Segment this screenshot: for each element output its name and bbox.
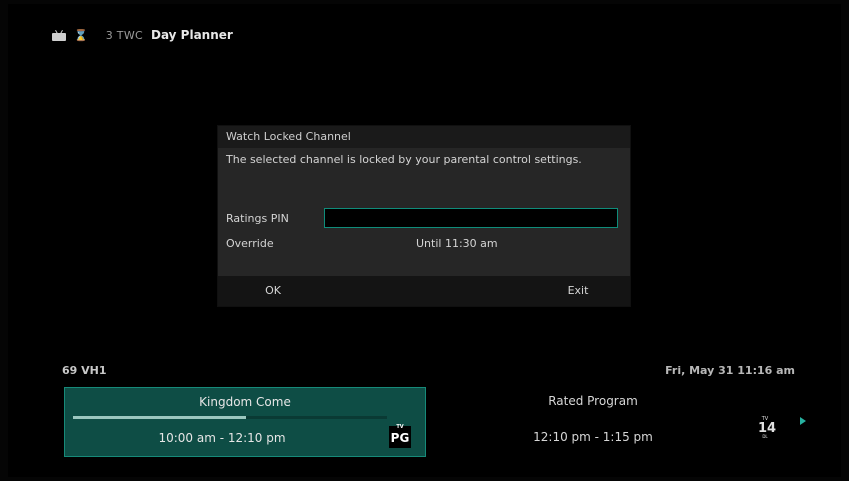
next-program-name: Rated Program <box>548 394 638 408</box>
locked-channel-dialog: Watch Locked Channel The selected channe… <box>217 125 631 307</box>
next-program[interactable]: Rated Program 12:10 pm - 1:15 pm <box>430 387 760 457</box>
next-program-time: 12:10 pm - 1:15 pm <box>533 430 653 444</box>
current-program-name: Kingdom Come <box>199 395 291 409</box>
current-program[interactable]: Kingdom Come 10:00 am - 12:10 pm TV PG <box>64 387 426 457</box>
current-channel: 3 TWC <box>105 28 143 42</box>
override-value[interactable]: Until 11:30 am <box>416 237 498 250</box>
rating-pg-icon: TV PG <box>389 424 411 448</box>
exit-button[interactable]: Exit <box>558 276 598 306</box>
arrow-right-icon[interactable] <box>800 417 806 425</box>
program-progress-bar <box>73 416 387 419</box>
rating-tv-label: TV <box>396 424 404 430</box>
page-title: Day Planner <box>150 28 233 42</box>
ratings-pin-label: Ratings PIN <box>226 212 289 225</box>
rating-pg-label: PG <box>390 431 410 445</box>
date-time: Fri, May 31 11:16 am <box>665 364 795 377</box>
ratings-pin-input[interactable] <box>324 208 618 228</box>
program-progress-fill <box>73 416 246 419</box>
ok-button[interactable]: OK <box>258 276 288 306</box>
dialog-button-bar: OK Exit <box>218 276 630 306</box>
current-program-time: 10:00 am - 12:10 pm <box>158 431 286 445</box>
tv-icon <box>52 29 66 41</box>
dialog-message: The selected channel is locked by your p… <box>226 153 582 166</box>
hourglass-icon: ⌛ <box>74 28 88 42</box>
rating-14-icon: TV 14 DL <box>758 416 776 439</box>
top-bar: ⌛ 3 TWC Day Planner <box>52 26 233 44</box>
dialog-title: Watch Locked Channel <box>218 126 630 148</box>
override-label: Override <box>226 237 274 250</box>
channel-info: 69 VH1 <box>62 364 107 377</box>
